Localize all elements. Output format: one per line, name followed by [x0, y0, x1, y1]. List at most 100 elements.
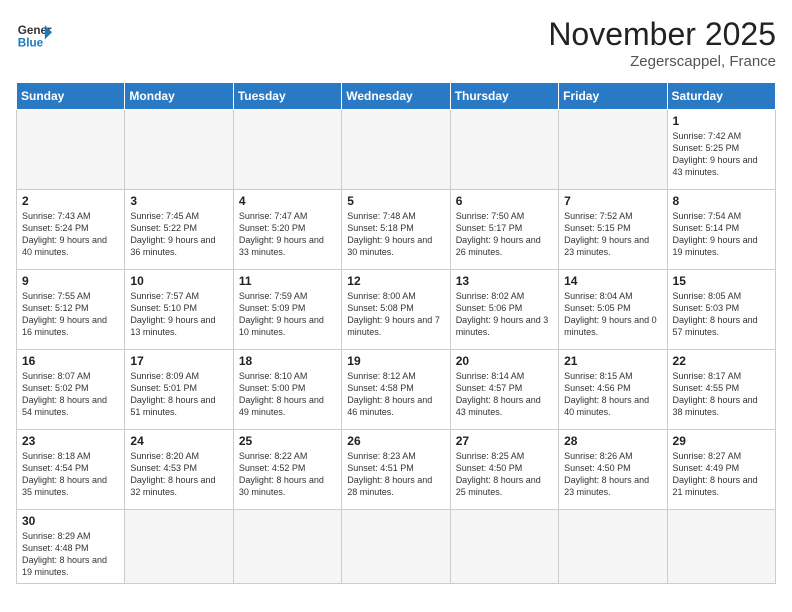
calendar-day-cell — [342, 510, 450, 584]
day-info: Sunrise: 7:43 AMSunset: 5:24 PMDaylight:… — [22, 210, 119, 259]
day-info: Sunrise: 8:04 AMSunset: 5:05 PMDaylight:… — [564, 290, 661, 339]
day-info: Sunrise: 8:05 AMSunset: 5:03 PMDaylight:… — [673, 290, 770, 339]
calendar-day-cell — [342, 110, 450, 190]
day-info: Sunrise: 8:09 AMSunset: 5:01 PMDaylight:… — [130, 370, 227, 419]
calendar-day-cell: 7 Sunrise: 7:52 AMSunset: 5:15 PMDaylight… — [559, 190, 667, 270]
day-info: Sunrise: 8:02 AMSunset: 5:06 PMDaylight:… — [456, 290, 553, 339]
day-info: Sunrise: 8:27 AMSunset: 4:49 PMDaylight:… — [673, 450, 770, 499]
day-number: 16 — [22, 354, 119, 368]
calendar-day-cell: 29Sunrise: 8:27 AMSunset: 4:49 PMDayligh… — [667, 430, 775, 510]
calendar-day-cell: 11Sunrise: 7:59 AMSunset: 5:09 PMDayligh… — [233, 270, 341, 350]
calendar-day-cell: 12 Sunrise: 8:00 AMSunset: 5:08 PMDayligh… — [342, 270, 450, 350]
calendar-day-cell: 5 Sunrise: 7:48 AMSunset: 5:18 PMDaylight… — [342, 190, 450, 270]
calendar-week-row: 1 Sunrise: 7:42 AMSunset: 5:25 PMDaylight… — [17, 110, 776, 190]
day-info: Sunrise: 7:57 AMSunset: 5:10 PMDaylight:… — [130, 290, 227, 339]
day-number: 19 — [347, 354, 444, 368]
day-number: 1 — [673, 114, 770, 128]
day-info: Sunrise: 8:07 AMSunset: 5:02 PMDaylight:… — [22, 370, 119, 419]
day-number: 7 — [564, 194, 661, 208]
day-info: Sunrise: 7:47 AMSunset: 5:20 PMDaylight:… — [239, 210, 336, 259]
calendar-day-cell: 2 Sunrise: 7:43 AMSunset: 5:24 PMDaylight… — [17, 190, 125, 270]
day-number: 30 — [22, 514, 119, 528]
calendar-day-cell: 1 Sunrise: 7:42 AMSunset: 5:25 PMDaylight… — [667, 110, 775, 190]
day-info: Sunrise: 8:15 AMSunset: 4:56 PMDaylight:… — [564, 370, 661, 419]
day-info: Sunrise: 7:48 AMSunset: 5:18 PMDaylight:… — [347, 210, 444, 259]
day-number: 21 — [564, 354, 661, 368]
day-number: 15 — [673, 274, 770, 288]
calendar-day-cell: 4 Sunrise: 7:47 AMSunset: 5:20 PMDaylight… — [233, 190, 341, 270]
day-info: Sunrise: 8:29 AMSunset: 4:48 PMDaylight:… — [22, 530, 119, 579]
day-info: Sunrise: 8:22 AMSunset: 4:52 PMDaylight:… — [239, 450, 336, 499]
page-header: General Blue November 2025 Zegerscappel,… — [16, 16, 776, 70]
calendar-day-cell: 16 Sunrise: 8:07 AMSunset: 5:02 PMDayligh… — [17, 350, 125, 430]
calendar-day-cell — [233, 110, 341, 190]
calendar-day-cell — [667, 510, 775, 584]
calendar-day-cell — [125, 110, 233, 190]
day-number: 28 — [564, 434, 661, 448]
calendar-day-cell: 9Sunrise: 7:55 AMSunset: 5:12 PMDaylight… — [17, 270, 125, 350]
calendar-day-cell: 8Sunrise: 7:54 AMSunset: 5:14 PMDaylight… — [667, 190, 775, 270]
day-info: Sunrise: 7:52 AMSunset: 5:15 PMDaylight:… — [564, 210, 661, 259]
weekday-header-tuesday: Tuesday — [233, 83, 341, 110]
calendar-day-cell: 25 Sunrise: 8:22 AMSunset: 4:52 PMDayligh… — [233, 430, 341, 510]
weekday-header-saturday: Saturday — [667, 83, 775, 110]
calendar-day-cell: 14 Sunrise: 8:04 AMSunset: 5:05 PMDayligh… — [559, 270, 667, 350]
calendar-day-cell — [17, 110, 125, 190]
day-info: Sunrise: 8:18 AMSunset: 4:54 PMDaylight:… — [22, 450, 119, 499]
day-info: Sunrise: 7:50 AMSunset: 5:17 PMDaylight:… — [456, 210, 553, 259]
day-number: 5 — [347, 194, 444, 208]
weekday-header-sunday: Sunday — [17, 83, 125, 110]
calendar-day-cell: 3 Sunrise: 7:45 AMSunset: 5:22 PMDaylight… — [125, 190, 233, 270]
day-number: 27 — [456, 434, 553, 448]
day-info: Sunrise: 8:17 AMSunset: 4:55 PMDaylight:… — [673, 370, 770, 419]
day-number: 3 — [130, 194, 227, 208]
day-number: 4 — [239, 194, 336, 208]
calendar-day-cell: 28 Sunrise: 8:26 AMSunset: 4:50 PMDayligh… — [559, 430, 667, 510]
calendar-day-cell — [125, 510, 233, 584]
location-title: Zegerscappel, France — [548, 53, 776, 70]
day-info: Sunrise: 8:00 AMSunset: 5:08 PMDaylight:… — [347, 290, 444, 339]
day-info: Sunrise: 7:45 AMSunset: 5:22 PMDaylight:… — [130, 210, 227, 259]
calendar-day-cell — [450, 510, 558, 584]
day-number: 23 — [22, 434, 119, 448]
day-info: Sunrise: 7:59 AMSunset: 5:09 PMDaylight:… — [239, 290, 336, 339]
weekday-header-wednesday: Wednesday — [342, 83, 450, 110]
calendar-day-cell — [559, 510, 667, 584]
day-number: 24 — [130, 434, 227, 448]
calendar-day-cell: 18 Sunrise: 8:10 AMSunset: 5:00 PMDayligh… — [233, 350, 341, 430]
calendar-week-row: 30 Sunrise: 8:29 AMSunset: 4:48 PMDayligh… — [17, 510, 776, 584]
day-number: 8 — [673, 194, 770, 208]
calendar-week-row: 9Sunrise: 7:55 AMSunset: 5:12 PMDaylight… — [17, 270, 776, 350]
day-info: Sunrise: 7:42 AMSunset: 5:25 PMDaylight:… — [673, 130, 770, 179]
day-info: Sunrise: 8:12 AMSunset: 4:58 PMDaylight:… — [347, 370, 444, 419]
day-number: 20 — [456, 354, 553, 368]
day-number: 17 — [130, 354, 227, 368]
calendar-day-cell: 21 Sunrise: 8:15 AMSunset: 4:56 PMDayligh… — [559, 350, 667, 430]
day-info: Sunrise: 8:23 AMSunset: 4:51 PMDaylight:… — [347, 450, 444, 499]
calendar-day-cell: 23 Sunrise: 8:18 AMSunset: 4:54 PMDayligh… — [17, 430, 125, 510]
calendar-day-cell: 19 Sunrise: 8:12 AMSunset: 4:58 PMDayligh… — [342, 350, 450, 430]
day-number: 12 — [347, 274, 444, 288]
day-info: Sunrise: 8:10 AMSunset: 5:00 PMDaylight:… — [239, 370, 336, 419]
month-title: November 2025 — [548, 16, 776, 53]
title-area: November 2025 Zegerscappel, France — [548, 16, 776, 70]
day-number: 25 — [239, 434, 336, 448]
calendar-table: SundayMondayTuesdayWednesdayThursdayFrid… — [16, 82, 776, 584]
day-number: 18 — [239, 354, 336, 368]
calendar-day-cell: 24Sunrise: 8:20 AMSunset: 4:53 PMDayligh… — [125, 430, 233, 510]
calendar-day-cell: 20Sunrise: 8:14 AMSunset: 4:57 PMDayligh… — [450, 350, 558, 430]
calendar-week-row: 16 Sunrise: 8:07 AMSunset: 5:02 PMDayligh… — [17, 350, 776, 430]
day-number: 22 — [673, 354, 770, 368]
day-number: 2 — [22, 194, 119, 208]
calendar-day-cell: 22 Sunrise: 8:17 AMSunset: 4:55 PMDayligh… — [667, 350, 775, 430]
svg-text:Blue: Blue — [18, 37, 44, 50]
day-number: 13 — [456, 274, 553, 288]
calendar-day-cell: 30 Sunrise: 8:29 AMSunset: 4:48 PMDayligh… — [17, 510, 125, 584]
weekday-header-monday: Monday — [125, 83, 233, 110]
day-number: 14 — [564, 274, 661, 288]
calendar-day-cell: 17 Sunrise: 8:09 AMSunset: 5:01 PMDayligh… — [125, 350, 233, 430]
calendar-day-cell — [450, 110, 558, 190]
calendar-day-cell: 6Sunrise: 7:50 AMSunset: 5:17 PMDaylight… — [450, 190, 558, 270]
day-info: Sunrise: 8:26 AMSunset: 4:50 PMDaylight:… — [564, 450, 661, 499]
calendar-day-cell: 15 Sunrise: 8:05 AMSunset: 5:03 PMDayligh… — [667, 270, 775, 350]
